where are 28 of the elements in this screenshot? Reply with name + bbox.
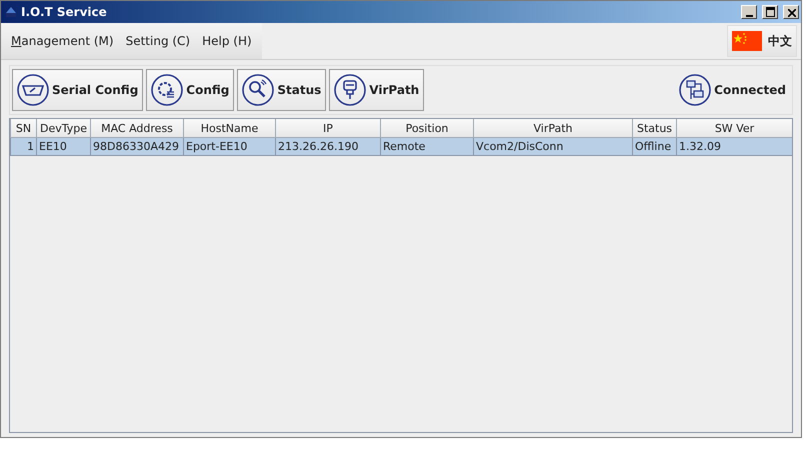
menu-item[interactable]: Management (M) <box>5 34 120 48</box>
column-header[interactable]: VirPath <box>474 119 632 138</box>
toolbar-button[interactable]: Status <box>237 69 326 111</box>
window-title: I.O.T Service <box>21 5 108 19</box>
column-header[interactable]: Status <box>632 119 676 138</box>
table-cell: 1 <box>10 138 36 156</box>
table-cell: 1.32.09 <box>676 138 792 156</box>
language-button[interactable]: 中文 <box>727 25 797 57</box>
menu-item[interactable]: Help (H) <box>196 34 258 48</box>
table-cell: 98D86330A429 <box>90 138 184 156</box>
column-header[interactable]: SN <box>10 119 36 138</box>
toolbar-button[interactable]: Config <box>146 69 234 111</box>
column-header[interactable]: HostName <box>184 119 276 138</box>
column-header[interactable]: Position <box>380 119 474 138</box>
table-cell: Offline <box>632 138 676 156</box>
table-cell: Remote <box>380 138 474 156</box>
table-cell: 213.26.26.190 <box>276 138 380 156</box>
table-cell: EE10 <box>36 138 90 156</box>
menu-item[interactable]: Setting (C) <box>120 34 196 48</box>
column-header[interactable]: MAC Address <box>90 119 184 138</box>
column-header[interactable]: DevType <box>36 119 90 138</box>
column-header[interactable]: IP <box>276 119 380 138</box>
connection-status: Connected <box>714 83 786 97</box>
table-cell: Vcom2/DisConn <box>474 138 632 156</box>
toolbar-button[interactable]: Serial Config <box>12 69 144 111</box>
column-header[interactable]: SW Ver <box>676 119 792 138</box>
toolbar-button[interactable]: VirPath <box>329 69 424 111</box>
table-cell: Eport-EE10 <box>184 138 276 156</box>
